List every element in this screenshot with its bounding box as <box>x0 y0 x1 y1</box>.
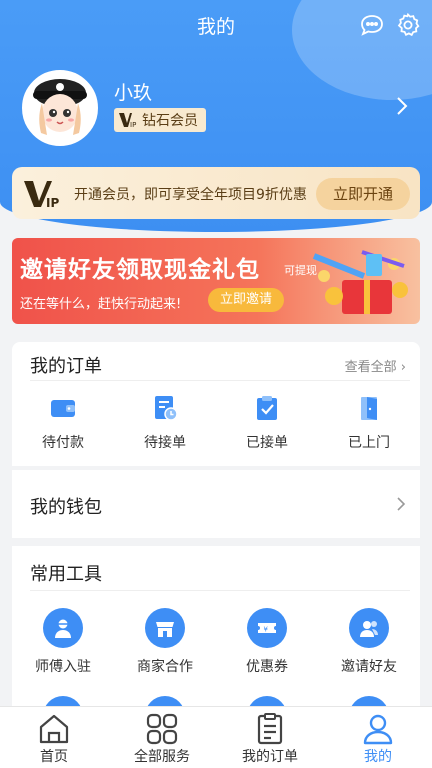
tool-coupons[interactable]: ¥ 优惠券 <box>216 606 318 676</box>
top-bar: 我的 <box>0 0 432 50</box>
username: 小玖 <box>114 82 153 104</box>
chevron-right-icon[interactable] <box>395 96 409 116</box>
tab-home[interactable]: 首页 <box>0 707 108 768</box>
svg-text:¥: ¥ <box>264 626 269 634</box>
common-tools-title: 常用工具 <box>30 564 102 585</box>
tab-label: 我的 <box>364 749 392 765</box>
vip-logo-icon: IP <box>24 181 59 209</box>
tab-label: 首页 <box>40 749 68 765</box>
order-status-accepted[interactable]: 已接单 <box>216 390 318 460</box>
settings-icon[interactable] <box>395 12 421 38</box>
membership-label: 钻石会员 <box>142 113 198 129</box>
coupon-icon: ¥ <box>247 608 287 648</box>
order-status-label: 待接单 <box>144 435 186 451</box>
order-list-icon <box>257 713 283 745</box>
svg-text:IP: IP <box>130 121 136 128</box>
gift-illustration-icon <box>312 250 408 314</box>
membership-badge: IP 钻石会员 <box>114 108 206 132</box>
my-wallet-row[interactable]: 我的钱包 <box>12 470 420 538</box>
store-icon <box>145 608 185 648</box>
chevron-right-icon: › <box>400 360 406 375</box>
bottom-tab-bar: 首页 全部服务 我的订单 我的 <box>0 706 432 768</box>
divider <box>30 380 410 381</box>
tool-label: 商家合作 <box>137 659 193 675</box>
tab-all-services[interactable]: 全部服务 <box>108 707 216 768</box>
my-wallet-title: 我的钱包 <box>30 497 102 518</box>
order-status-arrived[interactable]: 已上门 <box>318 390 420 460</box>
order-status-pending-accept[interactable]: 待接单 <box>114 390 216 460</box>
tool-merchant-partner[interactable]: 商家合作 <box>114 606 216 676</box>
tool-label: 邀请好友 <box>341 659 397 675</box>
my-orders-card: 我的订单 查看全部 › 待付款 待接单 已接单 已上门 <box>12 342 420 466</box>
vip-open-button[interactable]: 立即开通 <box>316 178 410 210</box>
order-status-pending-payment[interactable]: 待付款 <box>12 390 114 460</box>
grid-icon <box>146 713 178 745</box>
vip-banner[interactable]: IP 开通会员，即可享受全年项目9折优惠 立即开通 <box>12 167 420 219</box>
tool-worker-join[interactable]: 师傅入驻 <box>12 606 114 676</box>
invite-friends-icon <box>349 608 389 648</box>
avatar[interactable] <box>22 70 98 146</box>
tool-label: 师傅入驻 <box>35 659 91 675</box>
tab-my-orders[interactable]: 我的订单 <box>216 707 324 768</box>
vip-icon: IP <box>119 113 136 128</box>
vip-promo-text: 开通会员，即可享受全年项目9折优惠 <box>74 187 307 203</box>
tab-label: 我的订单 <box>242 749 298 765</box>
divider <box>30 590 410 591</box>
order-status-label: 待付款 <box>42 435 84 451</box>
user-icon <box>363 714 393 745</box>
message-icon[interactable] <box>359 12 385 38</box>
accepted-order-icon <box>257 396 277 420</box>
worker-icon <box>43 608 83 648</box>
wallet-icon <box>51 400 75 417</box>
pending-order-icon <box>155 396 178 421</box>
invite-banner[interactable]: 邀请好友领取现金礼包 可提现 还在等什么，赶快行动起来! 立即邀请 <box>12 238 420 324</box>
invite-subtitle: 还在等什么，赶快行动起来! <box>20 297 182 312</box>
order-status-label: 已上门 <box>348 435 390 451</box>
tab-mine[interactable]: 我的 <box>324 707 432 768</box>
chevron-right-icon <box>397 497 406 511</box>
invite-now-button[interactable]: 立即邀请 <box>208 288 284 312</box>
tool-label: 优惠券 <box>246 659 288 675</box>
tool-invite-friends[interactable]: 邀请好友 <box>318 606 420 676</box>
profile-section[interactable]: 小玖 IP 钻石会员 <box>22 70 417 146</box>
tab-label: 全部服务 <box>134 749 190 765</box>
svg-text:IP: IP <box>46 196 59 209</box>
invite-title: 邀请好友领取现金礼包 <box>20 256 260 283</box>
home-icon <box>39 714 69 744</box>
door-icon <box>361 397 377 420</box>
order-status-label: 已接单 <box>246 435 288 451</box>
common-tools-card: 常用工具 师傅入驻 商家合作 ¥ 优惠券 邀请好友 <box>12 546 420 736</box>
my-orders-title: 我的订单 <box>30 356 102 377</box>
view-all-orders-link[interactable]: 查看全部 › <box>345 356 406 375</box>
